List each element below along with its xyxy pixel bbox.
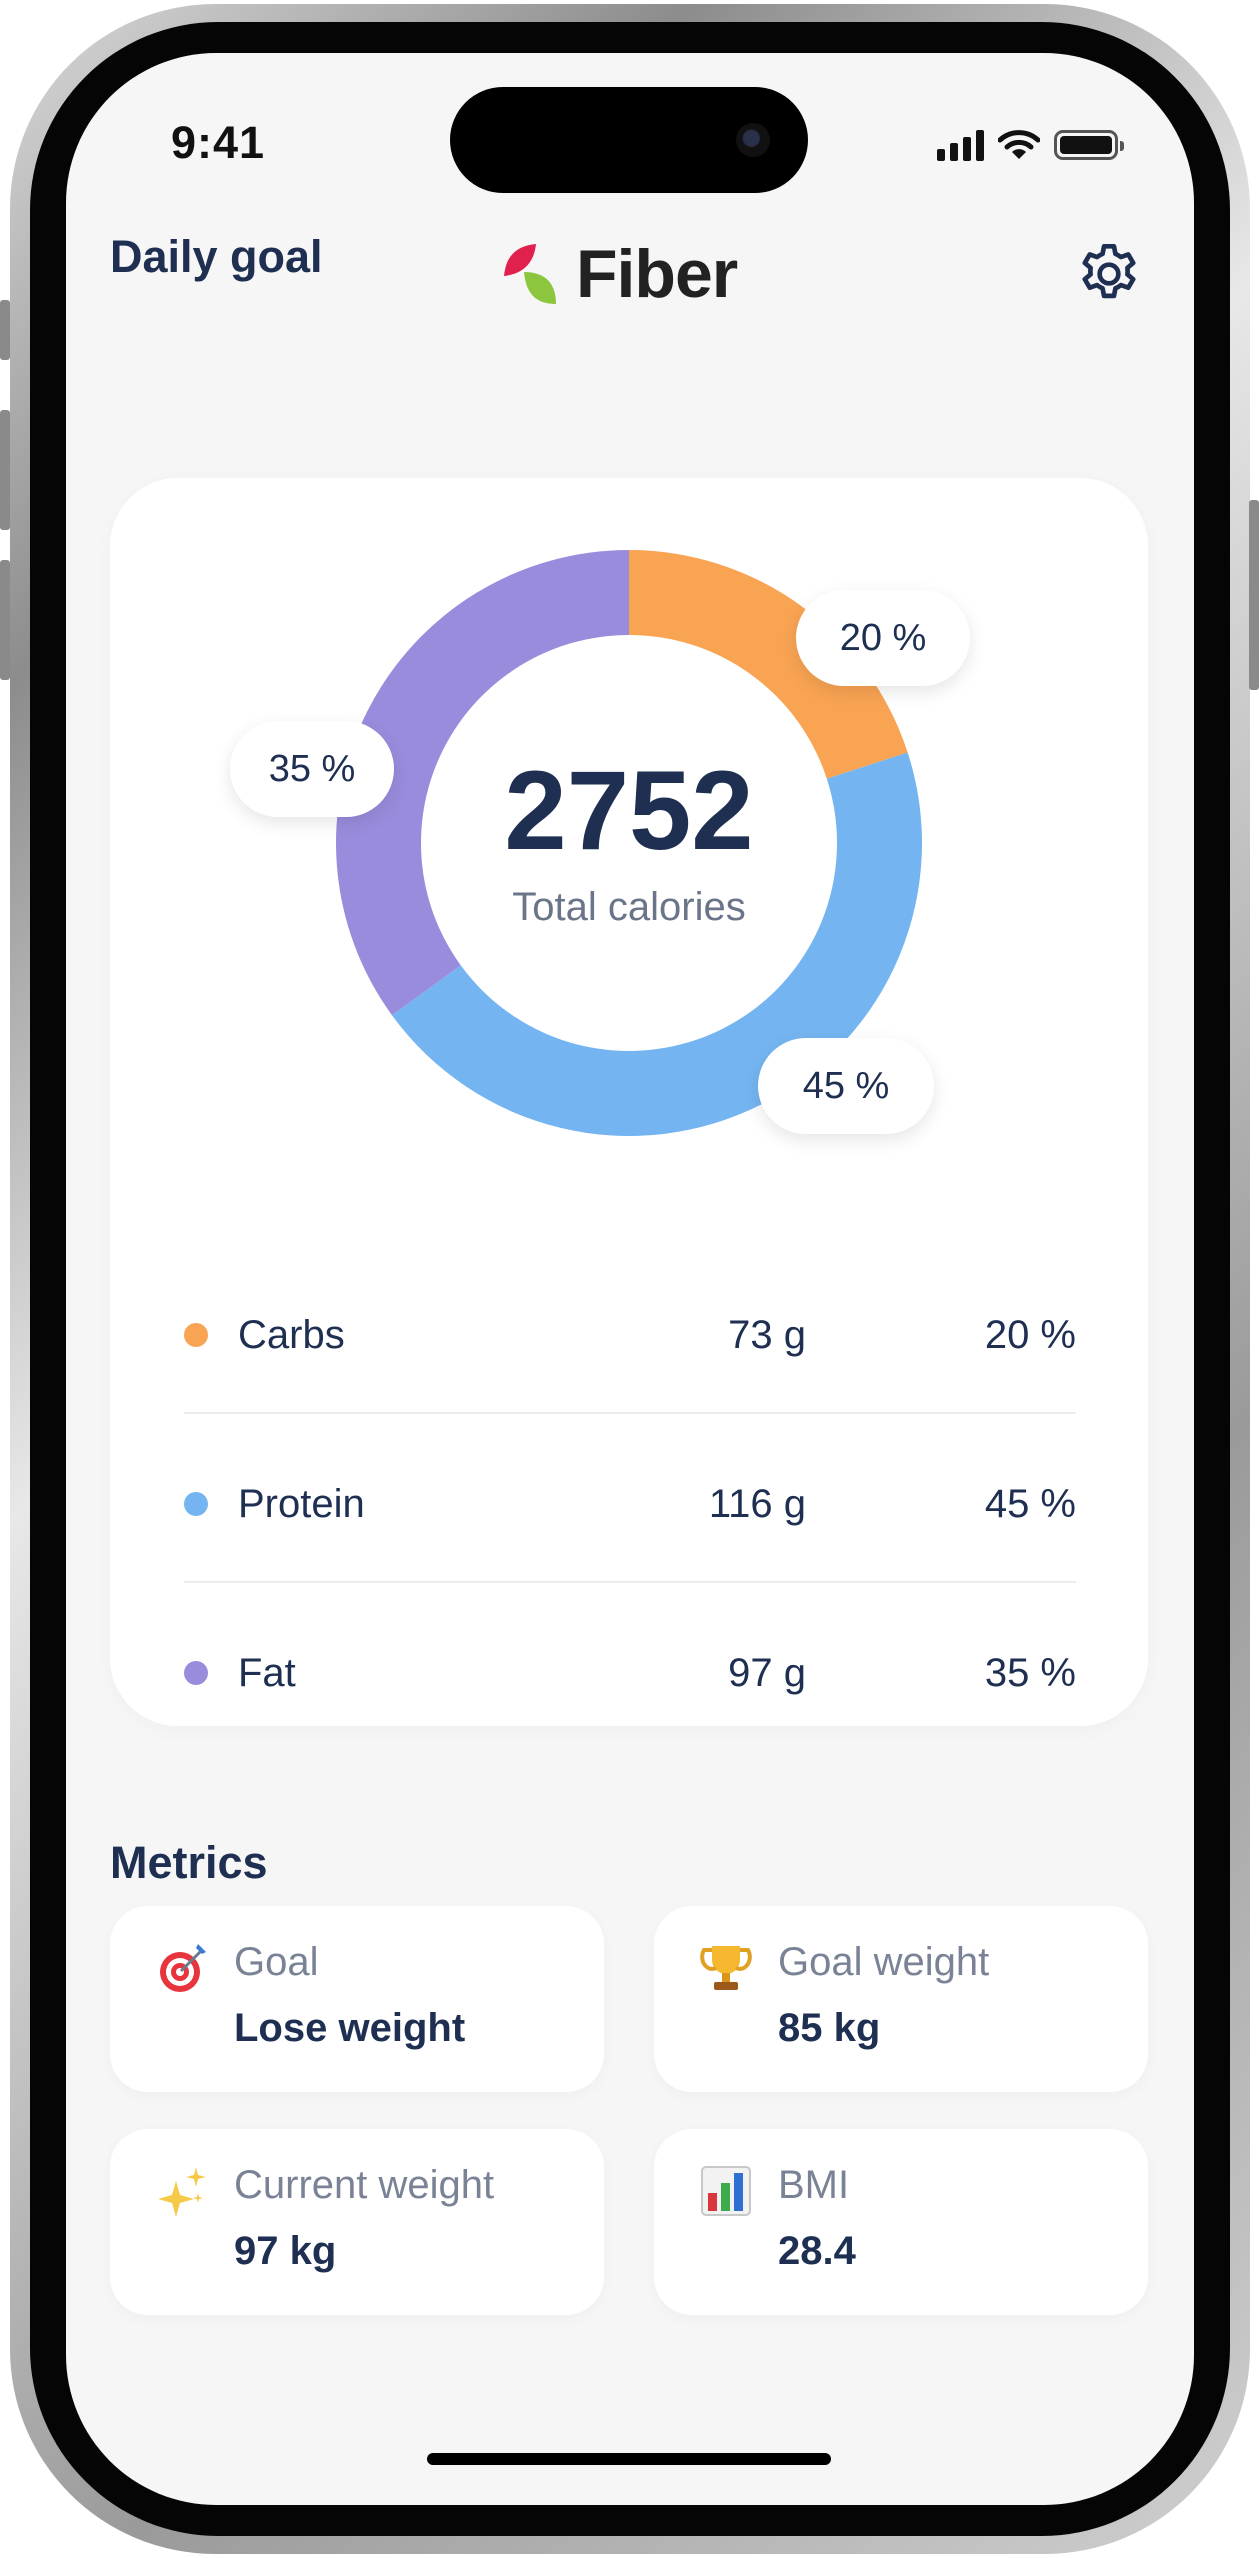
app-logo: Fiber: [502, 235, 738, 313]
metric-value: 97 kg: [234, 2229, 337, 2273]
target-icon: [160, 1944, 206, 1992]
camera-icon: [736, 123, 770, 157]
app-screen: 9:41 Fiber Daily goal 2752 Total calorie…: [66, 53, 1194, 2505]
cellular-signal-icon: [937, 129, 984, 161]
side-button: [0, 300, 10, 360]
macro-grams: 73 g: [728, 1312, 806, 1357]
metric-label: Goal weight: [778, 1940, 990, 1984]
bar-chart-icon: [701, 2166, 751, 2216]
leaf-logo-icon: [504, 244, 556, 304]
total-calories-label: Total calories: [512, 885, 746, 929]
protein-percent-badge: 45 %: [758, 1038, 934, 1134]
macro-row-protein: Protein 116 g 45 %: [184, 1459, 1076, 1549]
metric-label: Goal: [234, 1940, 319, 1984]
divider: [184, 1412, 1076, 1414]
side-button: [0, 410, 10, 530]
macro-percent: 35 %: [984, 1650, 1076, 1695]
wifi-icon: [998, 130, 1040, 159]
daily-goal-title: Daily goal: [110, 231, 323, 282]
dynamic-island: [450, 87, 808, 193]
divider: [184, 1581, 1076, 1583]
metric-card-goal-weight[interactable]: Goal weight 85 kg: [654, 1906, 1148, 2092]
sparkles-icon: [158, 2167, 206, 2217]
metric-card-goal[interactable]: Goal Lose weight: [110, 1906, 604, 2092]
gear-icon[interactable]: [1074, 239, 1144, 309]
metric-value: 85 kg: [778, 2006, 881, 2050]
metric-value: 28.4: [778, 2229, 856, 2273]
metrics-title: Metrics: [110, 1837, 268, 1888]
metric-label: Current weight: [234, 2163, 495, 2207]
status-time: 9:41: [171, 117, 266, 168]
metric-value: Lose weight: [234, 2006, 466, 2050]
app-title: Fiber: [576, 236, 738, 312]
macro-percent: 20 %: [984, 1312, 1076, 1357]
macro-grams: 116 g: [708, 1481, 806, 1526]
side-button: [1249, 500, 1259, 690]
home-indicator[interactable]: [427, 2453, 831, 2465]
protein-color-dot: [184, 1492, 208, 1516]
macro-row-carbs: Carbs 73 g 20 %: [184, 1290, 1076, 1380]
macro-grams: 97 g: [728, 1650, 806, 1695]
trophy-icon: [700, 1946, 752, 1990]
metric-label: BMI: [778, 2163, 850, 2207]
macro-name: Carbs: [238, 1312, 345, 1357]
fat-percent-badge: 35 %: [230, 721, 394, 817]
carbs-percent-badge: 20 %: [796, 590, 970, 686]
fat-color-dot: [184, 1661, 208, 1685]
status-icons: [937, 125, 1124, 165]
carbs-color-dot: [184, 1323, 208, 1347]
side-button: [0, 560, 10, 680]
battery-icon: [1054, 130, 1124, 160]
metric-card-bmi[interactable]: BMI 28.4: [654, 2129, 1148, 2315]
daily-goal-card: 2752 Total calories 20 % 45 % 35 % Carbs…: [110, 478, 1148, 1726]
metric-card-current-weight[interactable]: Current weight 97 kg: [110, 2129, 604, 2315]
macro-row-fat: Fat 97 g 35 %: [184, 1628, 1076, 1718]
macro-name: Fat: [238, 1650, 296, 1695]
macro-name: Protein: [238, 1481, 365, 1526]
macro-percent: 45 %: [984, 1481, 1076, 1526]
